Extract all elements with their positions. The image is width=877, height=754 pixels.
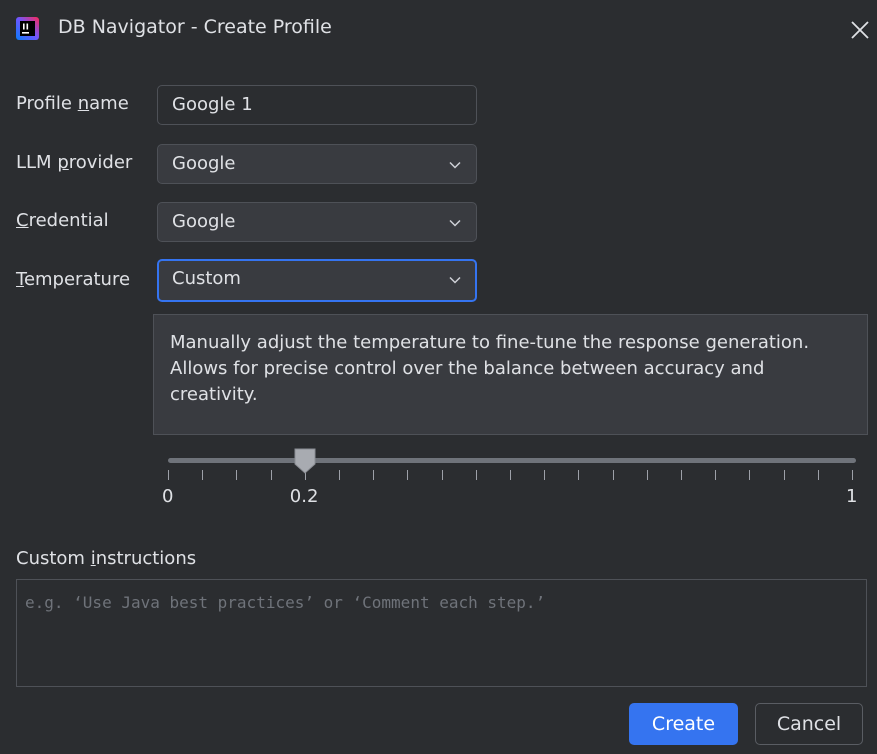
slider-tick: [783, 470, 785, 480]
llm-provider-value: Google: [172, 153, 236, 174]
temperature-slider[interactable]: 0 0.2 1: [160, 446, 860, 516]
slider-max-label: 1: [846, 486, 858, 507]
cancel-button[interactable]: Cancel: [755, 703, 863, 745]
llm-provider-label: LLM provider: [16, 152, 133, 173]
slider-tick: [578, 470, 580, 480]
slider-tick: [339, 470, 340, 480]
profile-name-label: Profile name: [16, 93, 129, 114]
window-title: DB Navigator - Create Profile: [58, 16, 332, 38]
slider-tick: [646, 470, 648, 480]
chevron-down-icon: [449, 161, 461, 169]
credential-value: Google: [172, 211, 236, 232]
slider-track[interactable]: [168, 458, 856, 463]
custom-instructions-label: Custom instructions: [16, 548, 197, 569]
slider-tick: [749, 470, 751, 480]
slider-tick: [715, 470, 717, 480]
chevron-down-icon: [449, 276, 461, 284]
custom-instructions-placeholder: e.g. ‘Use Java best practices’ or ‘Comme…: [25, 593, 546, 612]
slider-tick: [852, 470, 853, 480]
credential-label: Credential: [16, 210, 109, 231]
llm-provider-dropdown[interactable]: Google: [157, 144, 477, 184]
slider-tick: [681, 470, 682, 480]
slider-tick: [202, 470, 204, 480]
jetbrains-app-icon: [16, 17, 39, 40]
slider-tick: [441, 470, 443, 480]
slider-value-label: 0.2: [289, 486, 319, 507]
chevron-down-icon: [449, 219, 461, 227]
temperature-value: Custom: [172, 268, 241, 289]
temperature-description: Manually adjust the temperature to fine-…: [153, 314, 868, 435]
slider-tick: [544, 470, 546, 480]
slider-tick: [168, 470, 169, 480]
slider-tick: [510, 470, 511, 480]
slider-tick: [236, 470, 238, 480]
slider-tick: [270, 470, 272, 480]
slider-tick: [373, 470, 375, 480]
credential-dropdown[interactable]: Google: [157, 202, 477, 242]
slider-tick: [612, 470, 614, 480]
close-icon[interactable]: [850, 20, 870, 40]
custom-instructions-input[interactable]: e.g. ‘Use Java best practices’ or ‘Comme…: [16, 579, 867, 687]
slider-tick: [817, 470, 819, 480]
slider-tick: [475, 470, 477, 480]
profile-name-value: Google 1: [172, 94, 253, 115]
temperature-dropdown[interactable]: Custom: [157, 259, 477, 302]
slider-min-label: 0: [162, 486, 174, 507]
temperature-label: Temperature: [16, 269, 131, 290]
slider-tick: [407, 470, 409, 480]
profile-name-input[interactable]: Google 1: [157, 85, 477, 125]
title-bar: DB Navigator - Create Profile: [0, 0, 877, 58]
slider-thumb[interactable]: [293, 448, 317, 474]
create-button[interactable]: Create: [629, 703, 738, 745]
